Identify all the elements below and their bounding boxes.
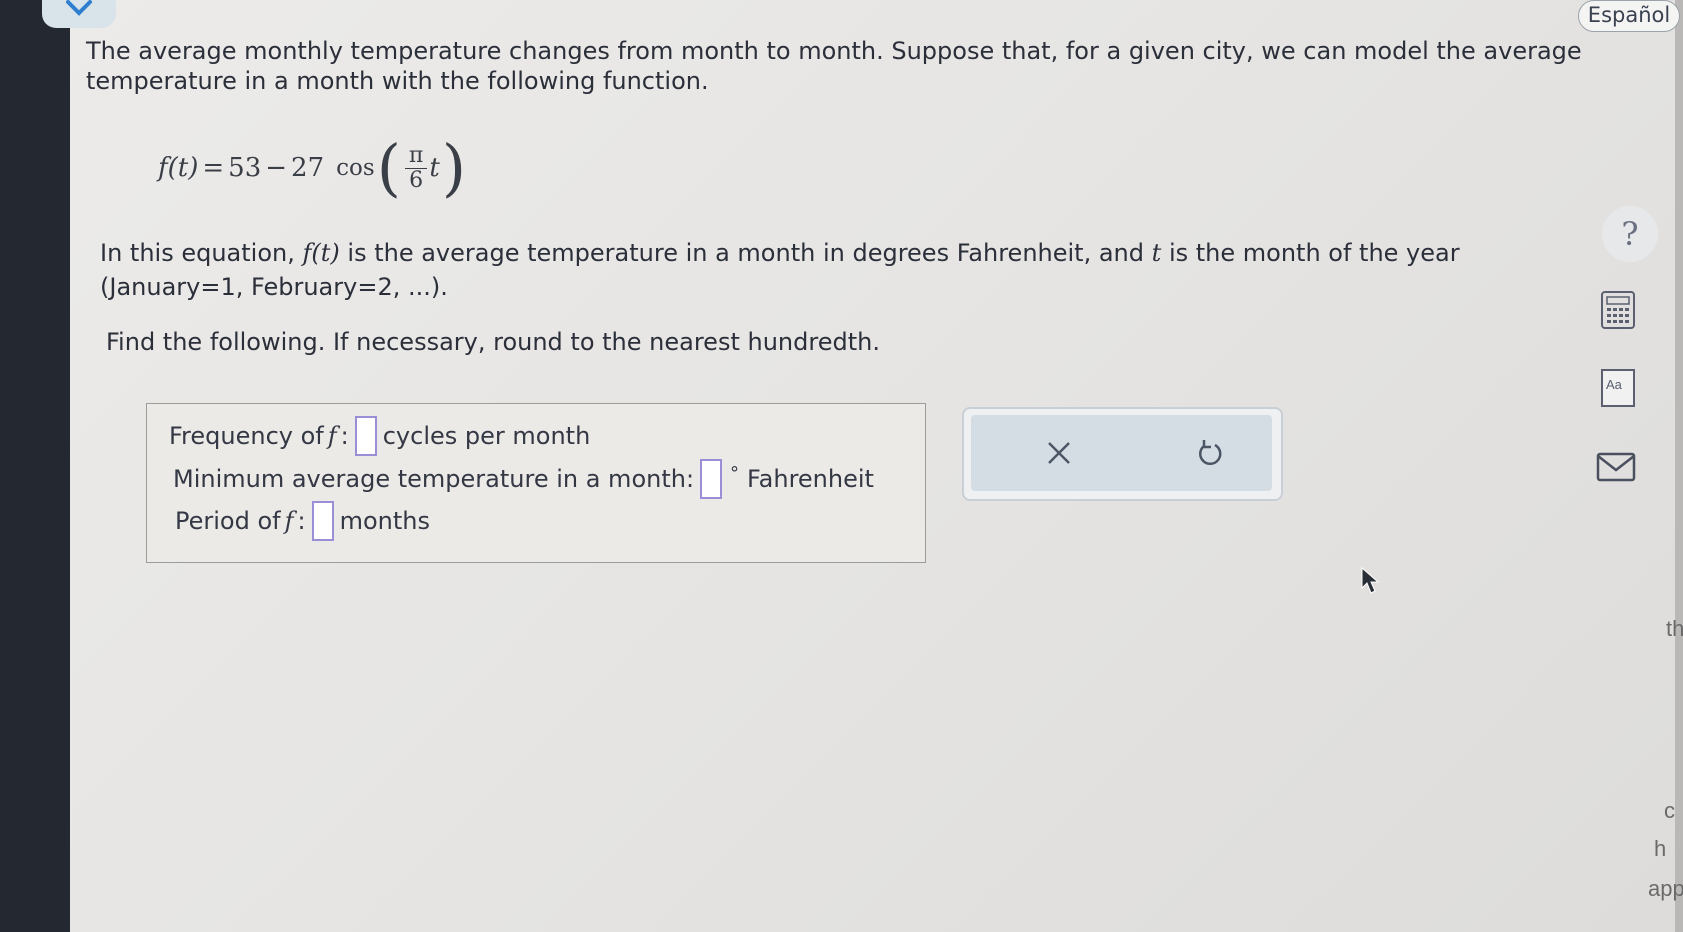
frequency-label: Frequency of xyxy=(169,422,324,450)
formula-variable: t xyxy=(429,153,440,183)
period-row: Period of f : months xyxy=(175,501,430,541)
right-edge xyxy=(1675,0,1683,932)
formula-close-paren: ) xyxy=(441,131,467,204)
close-icon xyxy=(1048,442,1070,464)
period-unit: months xyxy=(339,507,430,535)
edge-text-1: th xyxy=(1666,616,1683,641)
reference-button[interactable]: Aa xyxy=(1596,366,1640,410)
calculator-icon xyxy=(1601,291,1635,329)
frequency-colon: : xyxy=(340,422,349,450)
calculator-button[interactable] xyxy=(1596,288,1640,332)
action-panel xyxy=(962,407,1283,501)
reference-icon-label: Aa xyxy=(1606,377,1622,392)
frequency-row: Frequency of f : cycles per month xyxy=(169,416,590,456)
formula-frac-den: 6 xyxy=(409,167,424,193)
min-temp-label: Minimum average temperature in a month: xyxy=(173,465,695,493)
formula-lhs: f(t) xyxy=(158,153,199,183)
formula-equals: = xyxy=(202,153,225,183)
formula-constant: 53 xyxy=(228,153,262,183)
desc-t-symbol: t xyxy=(1151,239,1162,267)
edge-text-2: c xyxy=(1664,798,1675,823)
function-formula: f(t) = 53 − 27 cos ( π 6 t ) xyxy=(158,128,468,208)
degree-symbol: ° xyxy=(730,462,740,484)
period-input[interactable] xyxy=(311,501,334,541)
desc-text-2: is the average temperature in a month in… xyxy=(347,239,1144,267)
formula-minus: − xyxy=(265,153,288,183)
formula-coefficient: 27 xyxy=(291,153,325,183)
answer-box: Frequency of f : cycles per month Minimu… xyxy=(146,403,926,563)
desc-t-arg: (t) xyxy=(311,239,340,267)
formula-fraction: π 6 xyxy=(404,143,428,193)
espanol-button[interactable]: Español xyxy=(1578,0,1680,32)
undo-icon xyxy=(1199,440,1222,466)
left-dark-edge xyxy=(0,0,70,932)
envelope-icon xyxy=(1596,452,1636,482)
period-colon: : xyxy=(297,507,306,535)
mouse-cursor-icon xyxy=(1360,566,1382,600)
chevron-down-icon xyxy=(66,0,92,16)
formula-frac-num: π xyxy=(404,143,428,169)
collapse-toggle[interactable] xyxy=(42,0,116,28)
desc-text-1: In this equation, xyxy=(100,239,295,267)
undo-button[interactable] xyxy=(1187,431,1231,475)
instruction-text: Find the following. If necessary, round … xyxy=(106,328,880,356)
frequency-var: f xyxy=(327,422,337,450)
message-button[interactable] xyxy=(1586,442,1646,492)
formula-open-paren: ( xyxy=(376,131,401,204)
frequency-input[interactable] xyxy=(354,416,377,456)
period-var: f xyxy=(284,507,294,535)
min-temp-input[interactable] xyxy=(700,459,723,499)
problem-intro: The average monthly temperature changes … xyxy=(86,37,1582,95)
reference-icon: Aa xyxy=(1601,369,1635,407)
formula-cos: cos xyxy=(336,155,375,181)
action-panel-inner xyxy=(971,415,1272,491)
edge-text-3: h xyxy=(1654,836,1667,861)
clear-button[interactable] xyxy=(1037,431,1081,475)
min-temp-unit: Fahrenheit xyxy=(747,465,874,493)
edge-text-4: app xyxy=(1648,876,1683,901)
equation-description: In this equation, f(t) is the average te… xyxy=(100,236,1530,304)
help-button[interactable]: ? xyxy=(1602,206,1658,262)
frequency-unit: cycles per month xyxy=(382,422,591,450)
min-temp-row: Minimum average temperature in a month: … xyxy=(173,459,874,499)
period-label: Period of xyxy=(175,507,281,535)
